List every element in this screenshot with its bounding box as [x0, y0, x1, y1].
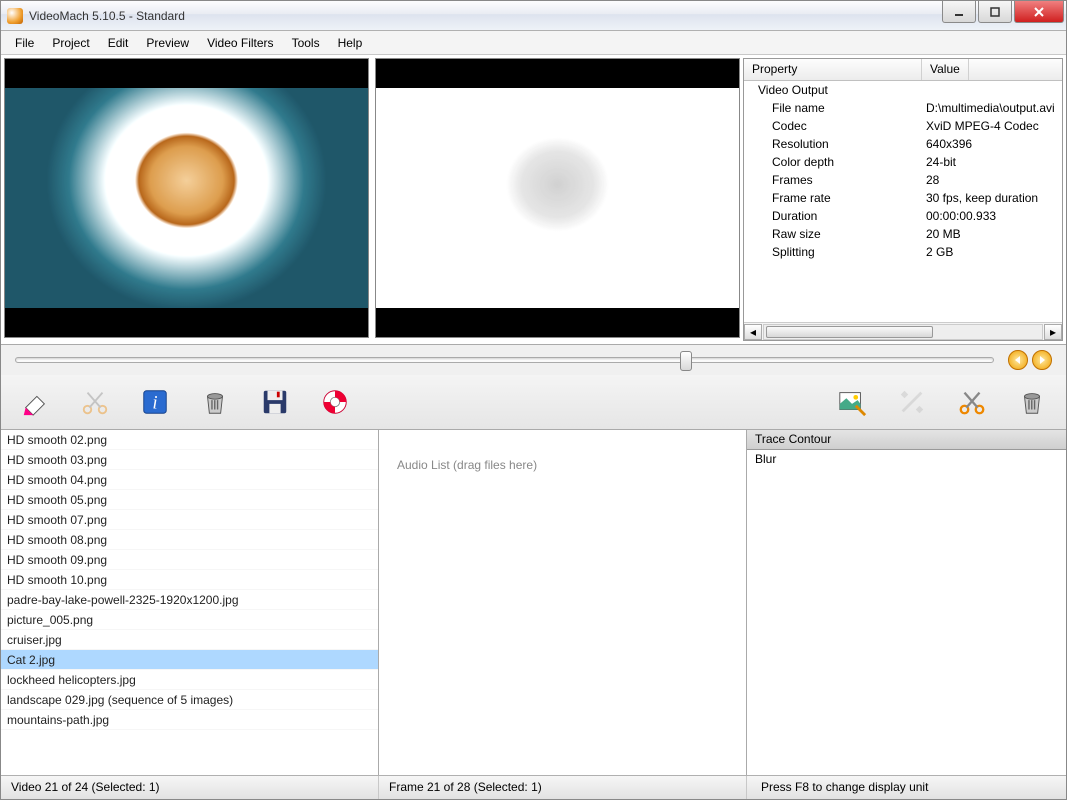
audio-placeholder: Audio List (drag files here) [379, 430, 746, 775]
app-window: VideoMach 5.10.5 - Standard File Project… [0, 0, 1067, 800]
status-hint: Press F8 to change display unit [747, 776, 1066, 799]
file-item[interactable]: HD smooth 05.png [1, 490, 378, 510]
output-preview[interactable] [375, 58, 740, 338]
source-image [5, 88, 368, 308]
property-group-video-output[interactable]: Video Output [744, 81, 1062, 99]
file-item[interactable]: HD smooth 07.png [1, 510, 378, 530]
menu-tools[interactable]: Tools [284, 33, 328, 53]
col-value[interactable]: Value [922, 59, 969, 80]
wrench-cross-icon[interactable] [896, 386, 928, 418]
file-item[interactable]: HD smooth 02.png [1, 430, 378, 450]
properties-header[interactable]: Property Value [744, 59, 1062, 81]
property-row[interactable]: Raw size20 MB [744, 225, 1062, 243]
info-icon[interactable]: i [139, 386, 171, 418]
svg-text:i: i [152, 393, 157, 414]
menu-edit[interactable]: Edit [100, 33, 137, 53]
property-row[interactable]: Frames28 [744, 171, 1062, 189]
file-item[interactable]: cruiser.jpg [1, 630, 378, 650]
property-row[interactable]: Splitting2 GB [744, 243, 1062, 261]
toolbar: i [1, 375, 1066, 429]
output-image [376, 88, 739, 308]
filter-header[interactable]: Trace Contour [747, 430, 1066, 450]
property-row[interactable]: Resolution640x396 [744, 135, 1062, 153]
status-video: Video 21 of 24 (Selected: 1) [1, 776, 379, 799]
scroll-left-icon[interactable]: ◂ [744, 324, 762, 340]
properties-hscroll[interactable]: ◂ ▸ [744, 322, 1062, 340]
lists-row: HD smooth 02.pngHD smooth 03.pngHD smoot… [1, 429, 1066, 775]
scroll-right-icon[interactable]: ▸ [1044, 324, 1062, 340]
minimize-button[interactable] [942, 1, 976, 23]
cut-icon[interactable] [79, 386, 111, 418]
maximize-button[interactable] [978, 1, 1012, 23]
timeline-slider[interactable] [15, 357, 994, 363]
file-item[interactable]: picture_005.png [1, 610, 378, 630]
trash-icon[interactable] [199, 386, 231, 418]
statusbar: Video 21 of 24 (Selected: 1) Frame 21 of… [1, 775, 1066, 799]
property-row[interactable]: Frame rate30 fps, keep duration [744, 189, 1062, 207]
file-item[interactable]: HD smooth 04.png [1, 470, 378, 490]
lifebuoy-icon[interactable] [319, 386, 351, 418]
prev-frame-button[interactable] [1008, 350, 1028, 370]
titlebar: VideoMach 5.10.5 - Standard [1, 1, 1066, 31]
menu-video-filters[interactable]: Video Filters [199, 33, 281, 53]
file-item[interactable]: HD smooth 10.png [1, 570, 378, 590]
timeline-knob[interactable] [680, 351, 692, 371]
eraser-icon[interactable] [19, 386, 51, 418]
timeline-row [1, 345, 1066, 375]
properties-body: Video Output File nameD:\multimedia\outp… [744, 81, 1062, 322]
menu-file[interactable]: File [7, 33, 42, 53]
file-item[interactable]: padre-bay-lake-powell-2325-1920x1200.jpg [1, 590, 378, 610]
preview-row: Property Value Video Output File nameD:\… [1, 55, 1066, 345]
property-row[interactable]: Duration00:00:00.933 [744, 207, 1062, 225]
window-buttons [942, 1, 1066, 30]
status-frame: Frame 21 of 28 (Selected: 1) [379, 776, 747, 799]
file-item[interactable]: HD smooth 09.png [1, 550, 378, 570]
properties-panel: Property Value Video Output File nameD:\… [743, 58, 1063, 341]
filter-item[interactable]: Blur [747, 450, 1066, 468]
next-frame-button[interactable] [1032, 350, 1052, 370]
filters-pane: Trace Contour Blur [747, 430, 1066, 775]
menu-project[interactable]: Project [44, 33, 97, 53]
file-item[interactable]: Cat 2.jpg [1, 650, 378, 670]
save-icon[interactable] [259, 386, 291, 418]
property-row[interactable]: CodecXviD MPEG-4 Codec [744, 117, 1062, 135]
menu-preview[interactable]: Preview [138, 33, 197, 53]
file-item[interactable]: mountains-path.jpg [1, 710, 378, 730]
file-item[interactable]: landscape 029.jpg (sequence of 5 images) [1, 690, 378, 710]
app-icon [7, 8, 23, 24]
cut-icon[interactable] [956, 386, 988, 418]
menubar: File Project Edit Preview Video Filters … [1, 31, 1066, 55]
property-row[interactable]: File nameD:\multimedia\output.avi [744, 99, 1062, 117]
window-title: VideoMach 5.10.5 - Standard [29, 9, 942, 23]
trash-icon[interactable] [1016, 386, 1048, 418]
file-item[interactable]: HD smooth 03.png [1, 450, 378, 470]
source-preview[interactable] [4, 58, 369, 338]
close-button[interactable] [1014, 1, 1064, 23]
audio-list-pane[interactable]: Audio List (drag files here) [379, 430, 747, 775]
file-list-pane: HD smooth 02.pngHD smooth 03.pngHD smoot… [1, 430, 379, 775]
scroll-thumb[interactable] [766, 326, 933, 338]
menu-help[interactable]: Help [330, 33, 371, 53]
scroll-track[interactable] [763, 324, 1043, 340]
image-edit-icon[interactable] [836, 386, 868, 418]
filter-list[interactable]: Blur [747, 450, 1066, 775]
file-item[interactable]: lockheed helicopters.jpg [1, 670, 378, 690]
col-property[interactable]: Property [744, 59, 922, 80]
file-item[interactable]: HD smooth 08.png [1, 530, 378, 550]
file-list[interactable]: HD smooth 02.pngHD smooth 03.pngHD smoot… [1, 430, 378, 775]
property-row[interactable]: Color depth24-bit [744, 153, 1062, 171]
